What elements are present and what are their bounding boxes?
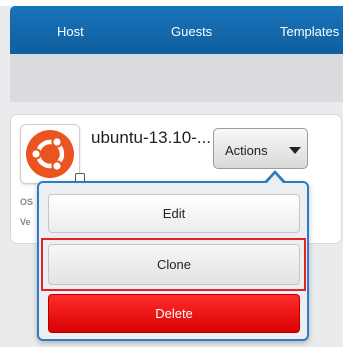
- template-icon-box: [20, 124, 80, 184]
- top-nav: Host Guests Templates: [10, 6, 343, 54]
- os-label-partial: OS: [20, 197, 34, 207]
- tab-host[interactable]: Host: [57, 24, 84, 39]
- template-name: ubuntu-13.10-...: [91, 128, 212, 147]
- delete-button[interactable]: Delete: [48, 294, 300, 333]
- version-label-partial: Ve: [20, 217, 31, 227]
- clone-button[interactable]: Clone: [48, 244, 300, 285]
- ubuntu-logo-icon: [26, 130, 74, 178]
- tab-guests[interactable]: Guests: [171, 24, 212, 39]
- tab-templates[interactable]: Templates: [280, 24, 339, 39]
- actions-label: Actions: [225, 143, 268, 158]
- edit-button[interactable]: Edit: [48, 194, 300, 233]
- popover-arrow-inner: [267, 174, 283, 183]
- actions-button[interactable]: Actions: [213, 128, 308, 169]
- caret-down-icon: [289, 147, 301, 154]
- sub-toolbar: [10, 54, 343, 102]
